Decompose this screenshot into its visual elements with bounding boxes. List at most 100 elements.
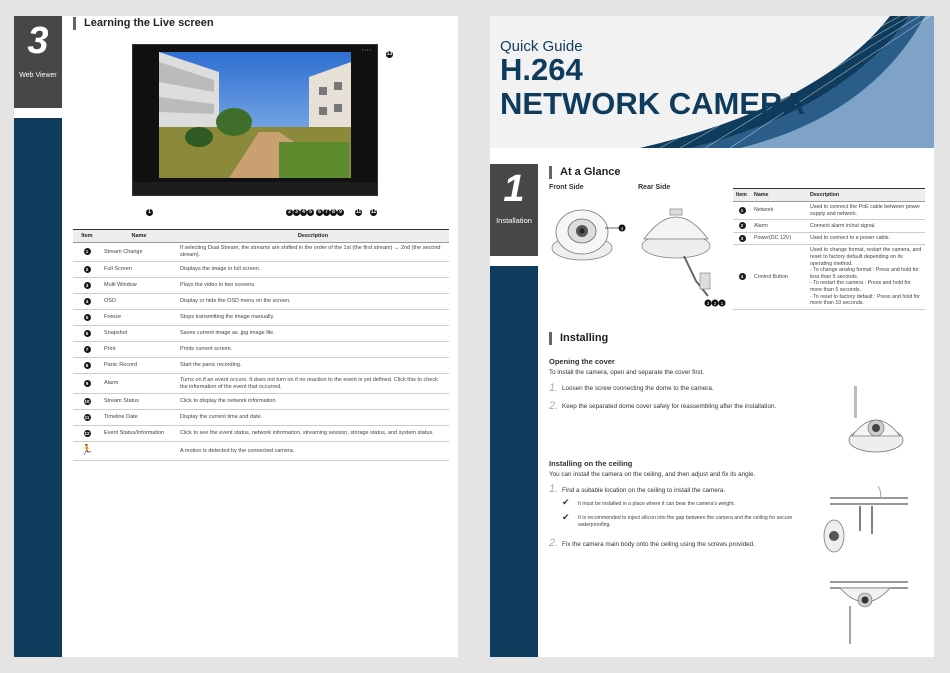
row-name: Snapshot bbox=[101, 325, 177, 342]
callout-3: 3 bbox=[293, 209, 300, 216]
header-description: Description bbox=[177, 229, 449, 243]
live-bottom-toolbar bbox=[133, 182, 377, 195]
glance-title: At a Glance bbox=[549, 166, 621, 179]
item-badge: 12 bbox=[83, 429, 91, 437]
chapter-box: 3 Web Viewer bbox=[14, 16, 62, 108]
callout-1: 1 bbox=[146, 209, 153, 216]
check-icon: ✔ bbox=[562, 497, 570, 507]
ceiling-check-2: It is recommended to inject silicon into… bbox=[578, 515, 793, 528]
item-badge: 2 bbox=[83, 265, 91, 273]
table-row: 11 Timeline Date Display the current tim… bbox=[73, 409, 449, 426]
camera-open-cover-icon bbox=[848, 386, 904, 453]
side-bar bbox=[490, 266, 538, 657]
item-badge: 4 bbox=[83, 297, 91, 305]
ceiling-step-1-number: 1. bbox=[549, 483, 559, 495]
camera-dome-front-icon: 4 bbox=[551, 209, 626, 261]
ceiling-step-2-number: 2. bbox=[549, 537, 559, 549]
item-badge: 3 bbox=[83, 281, 91, 289]
check-icon: ✔ bbox=[562, 512, 570, 522]
callout-13: 13 bbox=[386, 51, 393, 58]
glance-table: Item Name Description 1 Network Used to … bbox=[733, 188, 925, 310]
glance-header-item: Item bbox=[733, 188, 751, 202]
table-row: 4 Control Button Used to change format, … bbox=[733, 244, 925, 310]
live-video-image bbox=[159, 52, 351, 178]
item-badge: 10 bbox=[83, 397, 91, 405]
row-desc: Saves current image as .jpg image file. bbox=[177, 325, 449, 342]
runner-motion-icon: 🏃 bbox=[80, 445, 94, 456]
callout-11: 11 bbox=[355, 209, 362, 216]
row-name: Alarm bbox=[101, 373, 177, 394]
row-name: Control Button bbox=[751, 244, 807, 310]
table-row: 4 OSD Display or hide the OSD menu on th… bbox=[73, 293, 449, 310]
row-name: Network bbox=[751, 201, 807, 221]
chapter-number: 1 bbox=[503, 168, 525, 210]
table-row: 5 Freeze Stops transmitting the image ma… bbox=[73, 309, 449, 326]
row-name: Panic Record bbox=[101, 357, 177, 374]
row-desc: A motion is detected by the connected ca… bbox=[177, 441, 449, 461]
row-desc: Turns on if an event occurs. It does not… bbox=[177, 373, 449, 394]
row-name: Multi Window bbox=[101, 277, 177, 294]
row-name: Stream Status bbox=[101, 393, 177, 410]
row-desc: Prints current screen. bbox=[177, 341, 449, 358]
table-row: 7 Print Prints current screen. bbox=[73, 341, 449, 358]
right-page: Quick Guide H.264 NETWORK CAMERA 1 Insta… bbox=[490, 16, 934, 657]
row-desc: Used to connect the PoE cable between po… bbox=[807, 201, 925, 221]
item-badge: 2 bbox=[738, 222, 746, 230]
product-title: NETWORK CAMERA bbox=[500, 86, 805, 121]
cover-step-1-number: 1. bbox=[549, 382, 559, 394]
header-item: Item bbox=[73, 229, 101, 243]
ceiling-intro: You can install the camera on the ceilin… bbox=[549, 471, 756, 478]
item-badge: 1 bbox=[83, 248, 91, 256]
row-name: Timeline Date bbox=[101, 409, 177, 426]
callout-5: 5 bbox=[307, 209, 314, 216]
item-badge: 5 bbox=[83, 313, 91, 321]
row-name bbox=[101, 441, 177, 461]
cover-header: Quick Guide H.264 NETWORK CAMERA bbox=[490, 16, 934, 148]
row-desc: Plays the video in two screens. bbox=[177, 277, 449, 294]
row-desc: Click to display the network information… bbox=[177, 393, 449, 410]
table-row: 10 Stream Status Click to display the ne… bbox=[73, 393, 449, 410]
callout-8: 8 bbox=[330, 209, 337, 216]
table-row: 3 Multi Window Plays the video in two sc… bbox=[73, 277, 449, 294]
camera-ceiling-install-icon bbox=[823, 486, 908, 644]
rear-side-label: Rear Side bbox=[638, 184, 671, 191]
table-row: 2 Full Screen Displays the image in full… bbox=[73, 261, 449, 278]
table-row: 2 Alarm Connect alarm in/out signal. bbox=[733, 219, 925, 233]
cover-intro: To install the camera, open and separate… bbox=[549, 369, 705, 376]
table-row: 6 Snapshot Saves current image as .jpg i… bbox=[73, 325, 449, 342]
row-name: Print bbox=[101, 341, 177, 358]
row-name: Stream Change bbox=[101, 242, 177, 262]
row-desc: Click to see the event status, network i… bbox=[177, 425, 449, 442]
table-row: 12 Event Status/Information Click to see… bbox=[73, 425, 449, 442]
chapter-box: 1 Installation bbox=[490, 164, 538, 256]
row-name: Event Status/Information bbox=[101, 425, 177, 442]
item-badge: 9 bbox=[83, 379, 91, 387]
glance-header-row: Item Name Description bbox=[733, 188, 925, 202]
row-desc: Stops transmitting the image manually. bbox=[177, 309, 449, 326]
front-side-label: Front Side bbox=[549, 184, 584, 191]
row-name: Alarm bbox=[751, 219, 807, 233]
ceiling-step-1: Find a suitable location on the ceiling … bbox=[562, 487, 726, 494]
row-name: Full Screen bbox=[101, 261, 177, 278]
side-bar bbox=[14, 118, 62, 657]
glance-header-name: Name bbox=[751, 188, 807, 202]
item-badge: 7 bbox=[83, 345, 91, 353]
table-row: 3 Power(DC 12V) Used to connect to a pow… bbox=[733, 232, 925, 246]
table-row: 8 Panic Record Start the panic recording… bbox=[73, 357, 449, 374]
toolbar-top: ▪ ▪ ▪ ▪ bbox=[361, 47, 371, 52]
item-badge: 6 bbox=[83, 329, 91, 337]
table-row: 9 Alarm Turns on if an event occurs. It … bbox=[73, 373, 449, 394]
cover-heading: Opening the cover bbox=[549, 357, 615, 366]
table-row: 1 Stream Change If selecting Dual Stream… bbox=[73, 242, 449, 262]
live-screen-table: Item Name Description 1 Stream Change If… bbox=[73, 229, 449, 461]
chapter-label: Installation bbox=[496, 216, 532, 225]
live-screen-figure: ▪ ▪ ▪ ▪ bbox=[132, 44, 378, 196]
chapter-label: Web Viewer bbox=[19, 72, 57, 79]
model-title: H.264 bbox=[500, 52, 583, 87]
camera-dome-rear-icon: 3 2 1 bbox=[641, 208, 726, 307]
callout-6: 6 bbox=[316, 209, 323, 216]
table-header-row: Item Name Description bbox=[73, 229, 449, 243]
row-desc: Used to connect to a power cable. bbox=[807, 232, 925, 246]
row-name: OSD bbox=[101, 293, 177, 310]
cover-step-1: Loosen the screw connecting the dome to … bbox=[562, 385, 714, 392]
